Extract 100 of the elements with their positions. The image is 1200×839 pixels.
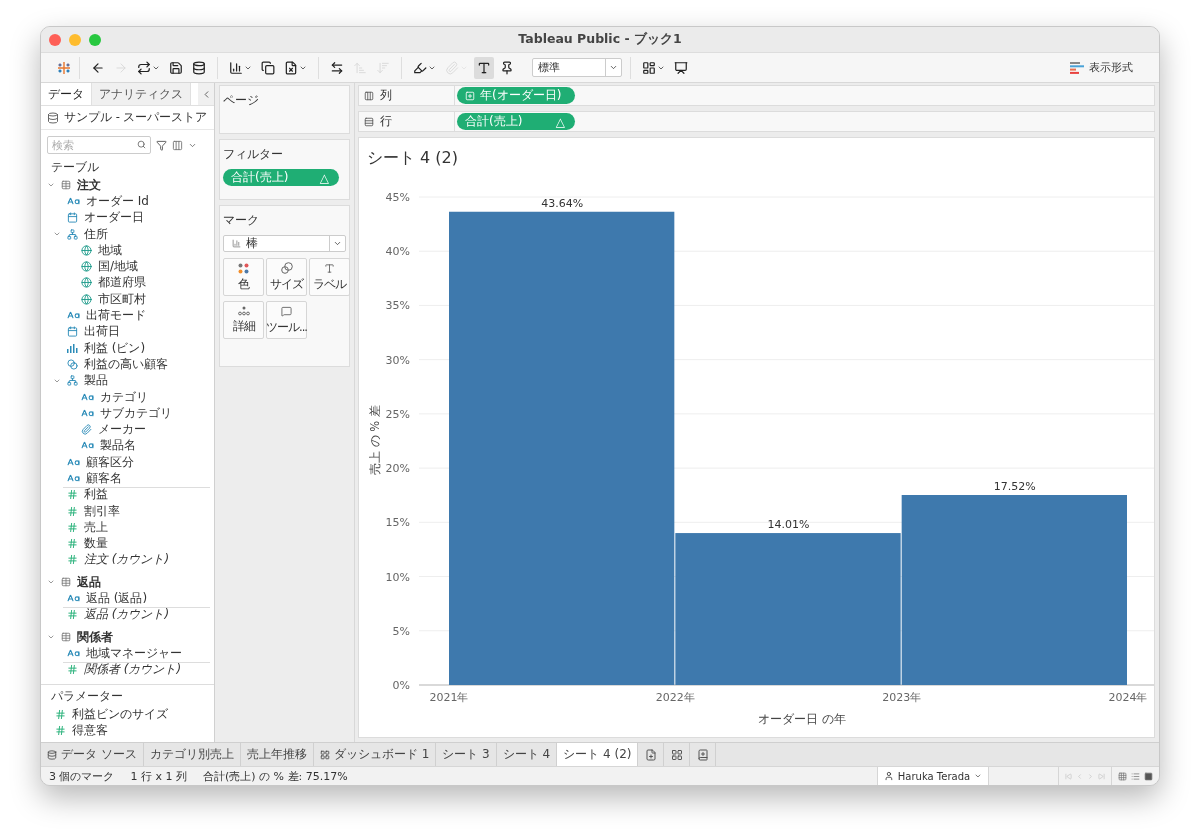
labels-button[interactable]: [474, 56, 494, 79]
field-item[interactable]: 市区町村: [98, 291, 146, 307]
field-item[interactable]: 顧客名: [86, 471, 122, 486]
sort-descending-icon: [376, 60, 390, 75]
loop-arrow-icon: [137, 60, 151, 75]
field-item[interactable]: 地域: [98, 242, 122, 258]
field-item[interactable]: 住所: [84, 226, 108, 242]
hash-icon: [55, 709, 66, 721]
field-item[interactable]: 出荷日: [84, 324, 120, 340]
parameter-item[interactable]: 得意客: [72, 723, 108, 739]
highlighter-icon: [413, 60, 427, 75]
single-view-icon[interactable]: [1144, 771, 1153, 781]
database-icon: [47, 749, 57, 760]
field-item[interactable]: 関係者 (カウント): [84, 662, 182, 678]
field-item[interactable]: 都道府県: [98, 275, 146, 291]
card-title: フィルター: [223, 146, 284, 163]
field-item[interactable]: カテゴリ: [100, 389, 148, 405]
globe-icon: [81, 277, 92, 289]
hierarchy-icon: [67, 375, 78, 387]
color-dots-icon: [238, 262, 249, 274]
field-item[interactable]: 売上: [84, 519, 108, 535]
axis-tick-label: 0%: [392, 679, 410, 692]
fit-dropdown[interactable]: 標準: [532, 58, 622, 77]
copy-icon: [261, 60, 275, 75]
mark-type-dropdown[interactable]: 棒: [223, 235, 346, 252]
search-field[interactable]: 検索: [47, 136, 151, 154]
axis-tick-label: 30%: [385, 353, 410, 367]
field-item[interactable]: 割引率: [84, 503, 120, 519]
field-item[interactable]: サブカテゴリ: [100, 405, 172, 421]
field-item[interactable]: 注文 (カウント): [84, 552, 170, 568]
axis-tick-label: 2023年: [882, 691, 922, 704]
grid-icon: [319, 749, 330, 760]
field-item[interactable]: 製品: [84, 373, 108, 389]
zoom-button[interactable]: [89, 33, 101, 46]
hash-icon: [67, 538, 78, 550]
field-item[interactable]: 顧客区分: [86, 454, 134, 470]
card-title: ページ: [223, 92, 260, 109]
mark-property-button[interactable]: ツール...: [266, 301, 307, 339]
field-item[interactable]: 出荷モード: [86, 308, 146, 323]
mark-property-button[interactable]: 詳細: [223, 301, 264, 339]
field-item[interactable]: オーダー Id: [86, 193, 149, 209]
field-item[interactable]: 利益: [84, 487, 108, 503]
section-heading: パラメーター: [50, 688, 124, 706]
grid-view-icon[interactable]: [1118, 771, 1127, 781]
field-item[interactable]: メーカー: [98, 422, 146, 438]
status-text: 1 行 x 1 列: [129, 768, 188, 784]
mark-property-button[interactable]: 色: [223, 258, 264, 296]
close-button[interactable]: [49, 33, 61, 46]
text-icon: [477, 60, 491, 75]
database-icon: [192, 60, 206, 75]
shelf-label: 行: [380, 113, 392, 130]
presentation-icon: [674, 60, 688, 75]
table-item[interactable]: 返品: [77, 574, 101, 590]
section-heading: テーブル: [50, 159, 100, 176]
calendar-icon: [67, 212, 78, 224]
value-label: 14.01%: [767, 518, 810, 532]
new-dashboard-icon: [670, 748, 683, 761]
mark-property-button[interactable]: サイズ: [266, 258, 307, 296]
bar-chart-icon: [232, 239, 241, 248]
table-item[interactable]: 関係者: [77, 629, 113, 645]
field-item[interactable]: 製品名: [100, 438, 136, 454]
axis-tick-label: 2024年: [1108, 691, 1148, 704]
hash-icon: [67, 664, 78, 676]
field-item[interactable]: オーダー日: [84, 210, 144, 226]
parameter-item[interactable]: 利益ビンのサイズ: [72, 707, 168, 723]
forward-icon: [114, 60, 128, 75]
field-item[interactable]: 利益の高い顧客: [84, 356, 168, 372]
sheet-tab[interactable]: シート 4 (2): [557, 743, 639, 766]
pane-tab[interactable]: アナリティクス: [92, 83, 191, 105]
set-icon: [67, 358, 78, 370]
globe-icon: [81, 261, 92, 273]
field-item[interactable]: 利益 (ビン): [84, 340, 146, 356]
filter-icon[interactable]: [156, 139, 167, 151]
field-item[interactable]: 返品 (返品): [86, 591, 148, 607]
user-menu[interactable]: Haruka Terada: [877, 767, 989, 785]
detail-dots-icon: [237, 306, 250, 316]
format-button[interactable]: 表示形式: [1064, 59, 1139, 76]
field-item[interactable]: 国/地域: [98, 259, 139, 275]
hash-icon: [67, 505, 78, 517]
field-item[interactable]: 地域マネージャー: [86, 645, 182, 661]
new-story-icon: [696, 748, 709, 761]
back-icon: [91, 60, 105, 75]
expand-icon: [465, 90, 475, 101]
mark-property-button[interactable]: ラベル: [309, 258, 350, 296]
database-icon: [47, 111, 59, 124]
field-item[interactable]: 返品 (カウント): [84, 607, 170, 623]
columns-icon[interactable]: [172, 139, 183, 151]
field-item[interactable]: 数量: [84, 536, 108, 552]
caret-icon: [333, 239, 342, 248]
format-bars-icon: [1070, 61, 1084, 74]
save-icon: [169, 60, 183, 75]
axis-tick-label: 20%: [385, 462, 410, 476]
axis-tick-label: 15%: [385, 516, 410, 530]
calendar-icon: [67, 326, 78, 338]
hash-icon: [55, 725, 66, 737]
globe-icon: [81, 293, 92, 305]
caret-icon: [974, 772, 982, 780]
axis-tick-label: 2022年: [655, 691, 695, 704]
table-item[interactable]: 注文: [77, 177, 101, 193]
user-icon: [884, 771, 894, 781]
